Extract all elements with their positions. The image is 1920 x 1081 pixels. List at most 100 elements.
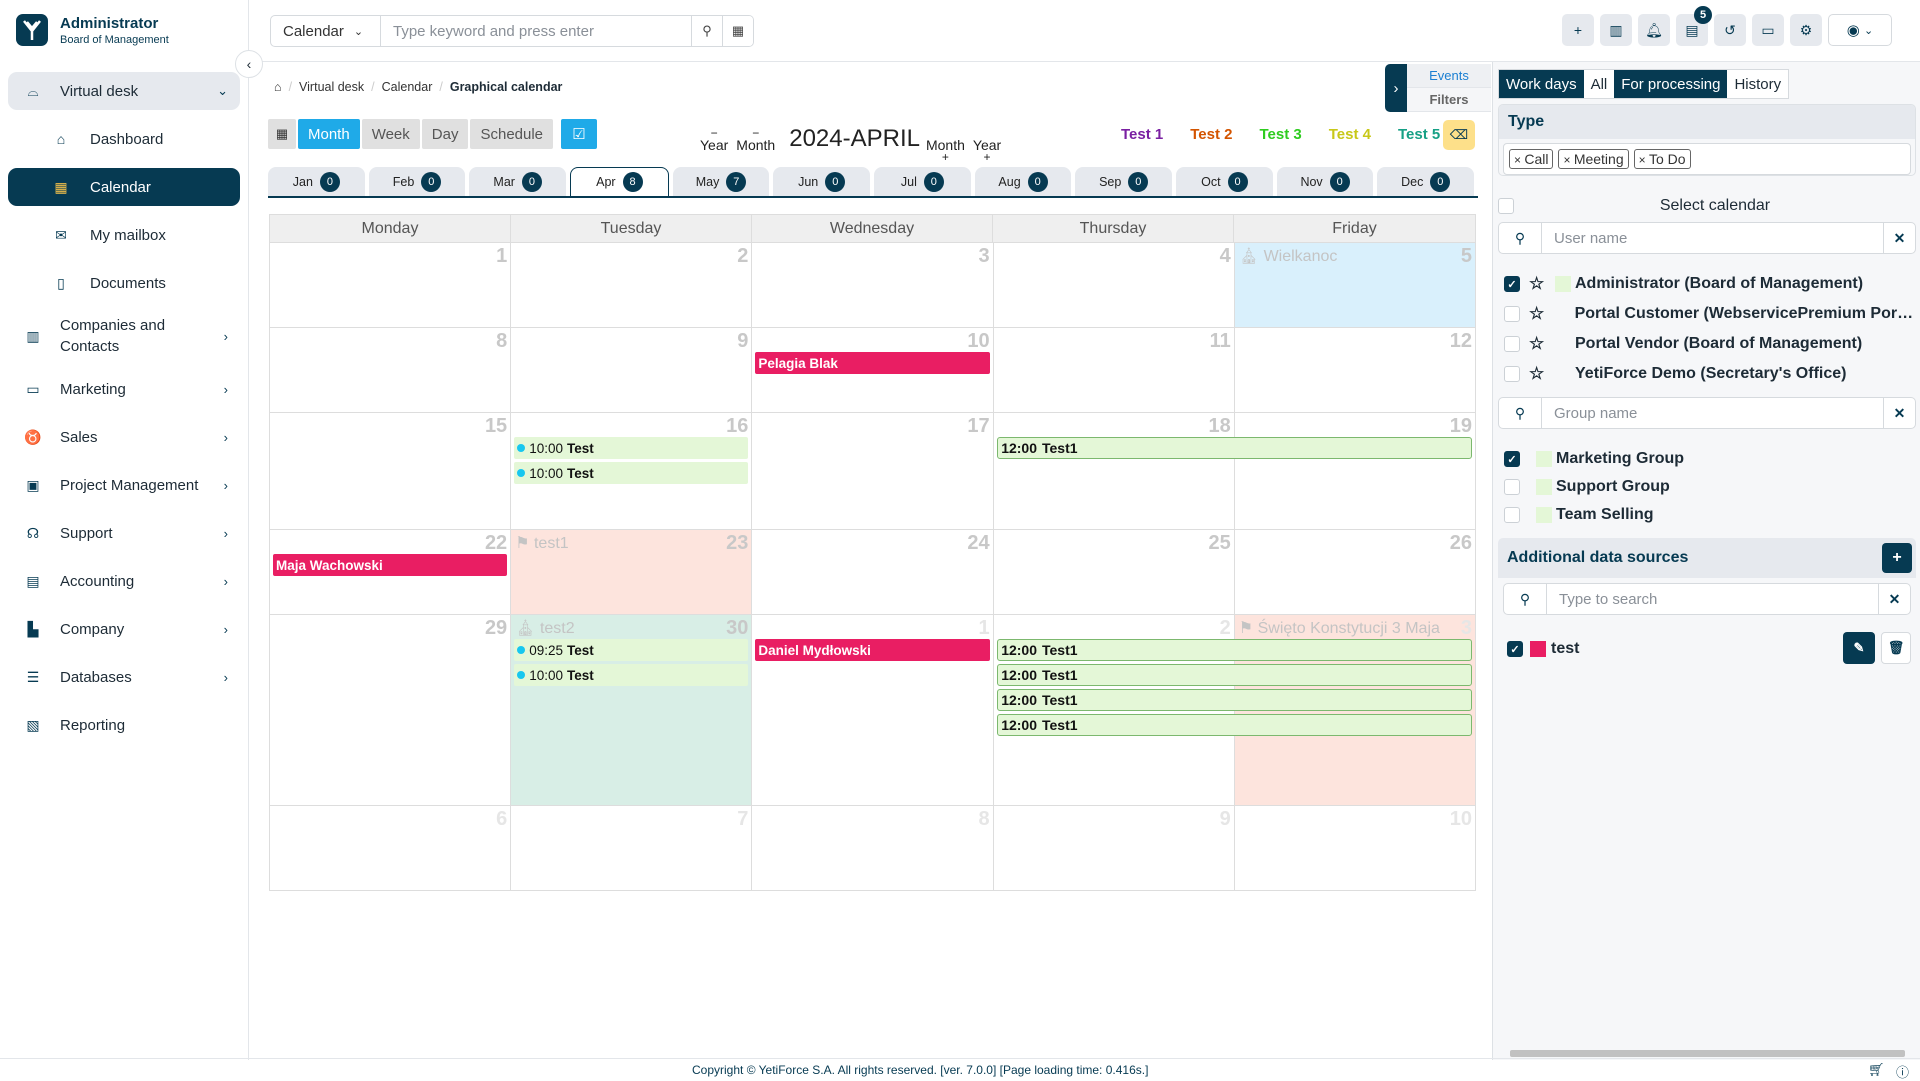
day-cell[interactable]: 6 [270, 806, 512, 890]
advanced-search-button[interactable]: ▦ [722, 16, 753, 46]
tab-month-mar[interactable]: Mar 0 [469, 167, 567, 196]
knowledge-base-button[interactable]: ▥ [1600, 14, 1632, 46]
next-year-button[interactable]: Year + [973, 138, 1001, 163]
legend-item[interactable]: Test 1 [1121, 126, 1163, 143]
view-day-button[interactable]: Day [421, 119, 469, 149]
type-chip[interactable]: × To Do [1633, 149, 1691, 169]
day-cell[interactable]: 9 [511, 328, 753, 412]
day-cell[interactable]: 1 [270, 243, 512, 327]
sidebar-item-company[interactable]: ▙ Company › [8, 610, 240, 648]
clear-data-source-search-button[interactable]: ✕ [1878, 584, 1910, 614]
sidebar-item-calendar[interactable]: ▦ Calendar [8, 168, 240, 206]
search-button[interactable]: ⚲ [691, 16, 722, 46]
day-cell[interactable]: 4 [994, 243, 1235, 327]
day-cell[interactable]: 12 [1235, 328, 1476, 412]
toggle-right-panel-button[interactable]: › [1385, 64, 1407, 112]
prev-year-button[interactable]: − Year [700, 127, 728, 152]
edit-data-source-button[interactable]: ✎ [1843, 632, 1875, 664]
day-cell[interactable]: 18 [994, 413, 1235, 529]
calendar-event[interactable]: 09:25 Test [514, 639, 749, 661]
user-menu-button[interactable]: ◉ ⌄ [1828, 14, 1892, 46]
tab-month-feb[interactable]: Feb 0 [368, 167, 466, 196]
legend-item[interactable]: Test 4 [1329, 126, 1371, 143]
day-cell[interactable]: 22 Maja Wachowski [270, 530, 512, 614]
next-month-button[interactable]: Month + [926, 138, 965, 163]
day-cell[interactable]: 17 [752, 413, 994, 529]
tab-month-aug[interactable]: Aug 0 [974, 167, 1072, 196]
legend-item[interactable]: Test 2 [1190, 126, 1232, 143]
group-checkbox[interactable]: ✓ [1504, 451, 1520, 467]
quick-create-button[interactable]: + [1562, 14, 1594, 46]
day-cell[interactable]: 26 [1235, 530, 1476, 614]
toggle-work-days[interactable]: Work days [1499, 70, 1584, 98]
reminders-button[interactable]: ▤ 5 [1676, 6, 1712, 46]
day-cell[interactable]: 2 [511, 243, 753, 327]
calendar-event[interactable]: Daniel Mydłowski [755, 639, 990, 661]
breadcrumb-item[interactable]: Virtual desk [299, 80, 364, 94]
tab-month-jun[interactable]: Jun 0 [773, 167, 871, 196]
day-cell[interactable]: 5 ⛪︎ Wielkanoc [1234, 243, 1476, 327]
day-cell[interactable]: 8 [752, 806, 994, 890]
star-icon[interactable]: ☆ [1529, 304, 1549, 324]
sidebar-item-project-management[interactable]: ▣ Project Management › [8, 466, 240, 504]
view-schedule-button[interactable]: Schedule [470, 119, 554, 149]
group-checkbox[interactable] [1504, 507, 1520, 523]
day-cell[interactable]: 10 Pelagia Blak [752, 328, 994, 412]
collapse-sidebar-button[interactable]: ‹ [235, 50, 263, 78]
sidebar-item-companies-and-contacts[interactable]: ▥ Companies and Contacts › [8, 312, 240, 360]
sidebar-item-accounting[interactable]: ▤ Accounting › [8, 562, 240, 600]
multi-day-event[interactable]: 12:00 Test1 [997, 664, 1472, 686]
user-checkbox[interactable] [1504, 366, 1520, 382]
home-icon[interactable]: ⌂ [274, 80, 282, 94]
day-cell[interactable]: 15 [270, 413, 512, 529]
toggle-all[interactable]: All [1584, 70, 1615, 98]
sidebar-item-sales[interactable]: ♉ Sales › [8, 418, 240, 456]
group-search-input[interactable] [1542, 398, 1883, 428]
remove-chip-icon[interactable]: × [1514, 153, 1524, 167]
sidebar-item-virtual-desk[interactable]: ⌓ Virtual desk ⌄ [8, 72, 240, 110]
tab-month-apr[interactable]: Apr 8 [570, 167, 669, 196]
select-all-checkbox[interactable] [1498, 198, 1514, 214]
data-source-checkbox[interactable]: ✓ [1507, 641, 1523, 657]
legend-item[interactable]: Test 5 [1398, 126, 1440, 143]
sidebar-item-dashboard[interactable]: ⌂ Dashboard [8, 120, 240, 158]
calendar-event[interactable]: 10:00 Test [514, 462, 749, 484]
user-checkbox[interactable]: ✓ [1504, 276, 1520, 292]
day-cell[interactable]: 1 Daniel Mydłowski [752, 615, 994, 805]
remove-chip-icon[interactable]: × [1563, 153, 1573, 167]
calendar-event[interactable]: Maja Wachowski [273, 554, 508, 576]
star-icon[interactable]: ☆ [1529, 274, 1549, 294]
user-checkbox[interactable] [1504, 306, 1520, 322]
sidebar-item-marketing[interactable]: ▭ Marketing › [8, 370, 240, 408]
day-cell[interactable]: 23 ⚑ test1 [511, 530, 753, 614]
group-checkbox[interactable] [1504, 479, 1520, 495]
delete-data-source-button[interactable]: 🗑︎ [1881, 632, 1911, 664]
tab-month-oct[interactable]: Oct 0 [1176, 167, 1273, 196]
day-cell[interactable]: 10 [1235, 806, 1476, 890]
multi-day-event[interactable]: 12:00 Test1 [997, 639, 1472, 661]
add-data-source-button[interactable]: + [1882, 543, 1912, 573]
type-select[interactable]: × Call × Meeting × To Do [1503, 143, 1911, 175]
remove-chip-icon[interactable]: × [1639, 153, 1649, 167]
tab-month-may[interactable]: May 7 [672, 167, 770, 196]
tab-month-dec[interactable]: Dec 0 [1377, 167, 1475, 196]
tab-filters[interactable]: Filters [1407, 88, 1491, 112]
module-select[interactable]: Calendar ⌄ [271, 16, 381, 46]
toggle-history[interactable]: History [1727, 70, 1788, 98]
star-icon[interactable]: ☆ [1529, 334, 1549, 354]
multi-day-event[interactable]: 12:00 Test1 [997, 437, 1472, 459]
info-icon[interactable]: ⓘ [1896, 1062, 1909, 1081]
type-chip[interactable]: × Call [1509, 149, 1554, 169]
clear-group-search-button[interactable]: ✕ [1883, 398, 1915, 428]
prev-month-button[interactable]: − Month [736, 127, 775, 152]
calendar-event[interactable]: Pelagia Blak [755, 352, 990, 374]
toggle-for-processing[interactable]: For processing [1614, 70, 1728, 98]
tab-month-sep[interactable]: Sep 0 [1075, 167, 1173, 196]
history-button[interactable]: ↺ [1714, 14, 1746, 46]
day-cell[interactable]: 11 [994, 328, 1235, 412]
day-cell[interactable]: 24 [752, 530, 994, 614]
sidebar-item-reporting[interactable]: ▧ Reporting [8, 706, 240, 744]
clear-user-search-button[interactable]: ✕ [1883, 223, 1915, 253]
view-week-button[interactable]: Week [361, 119, 420, 149]
day-cell[interactable]: 19 [1235, 413, 1476, 529]
